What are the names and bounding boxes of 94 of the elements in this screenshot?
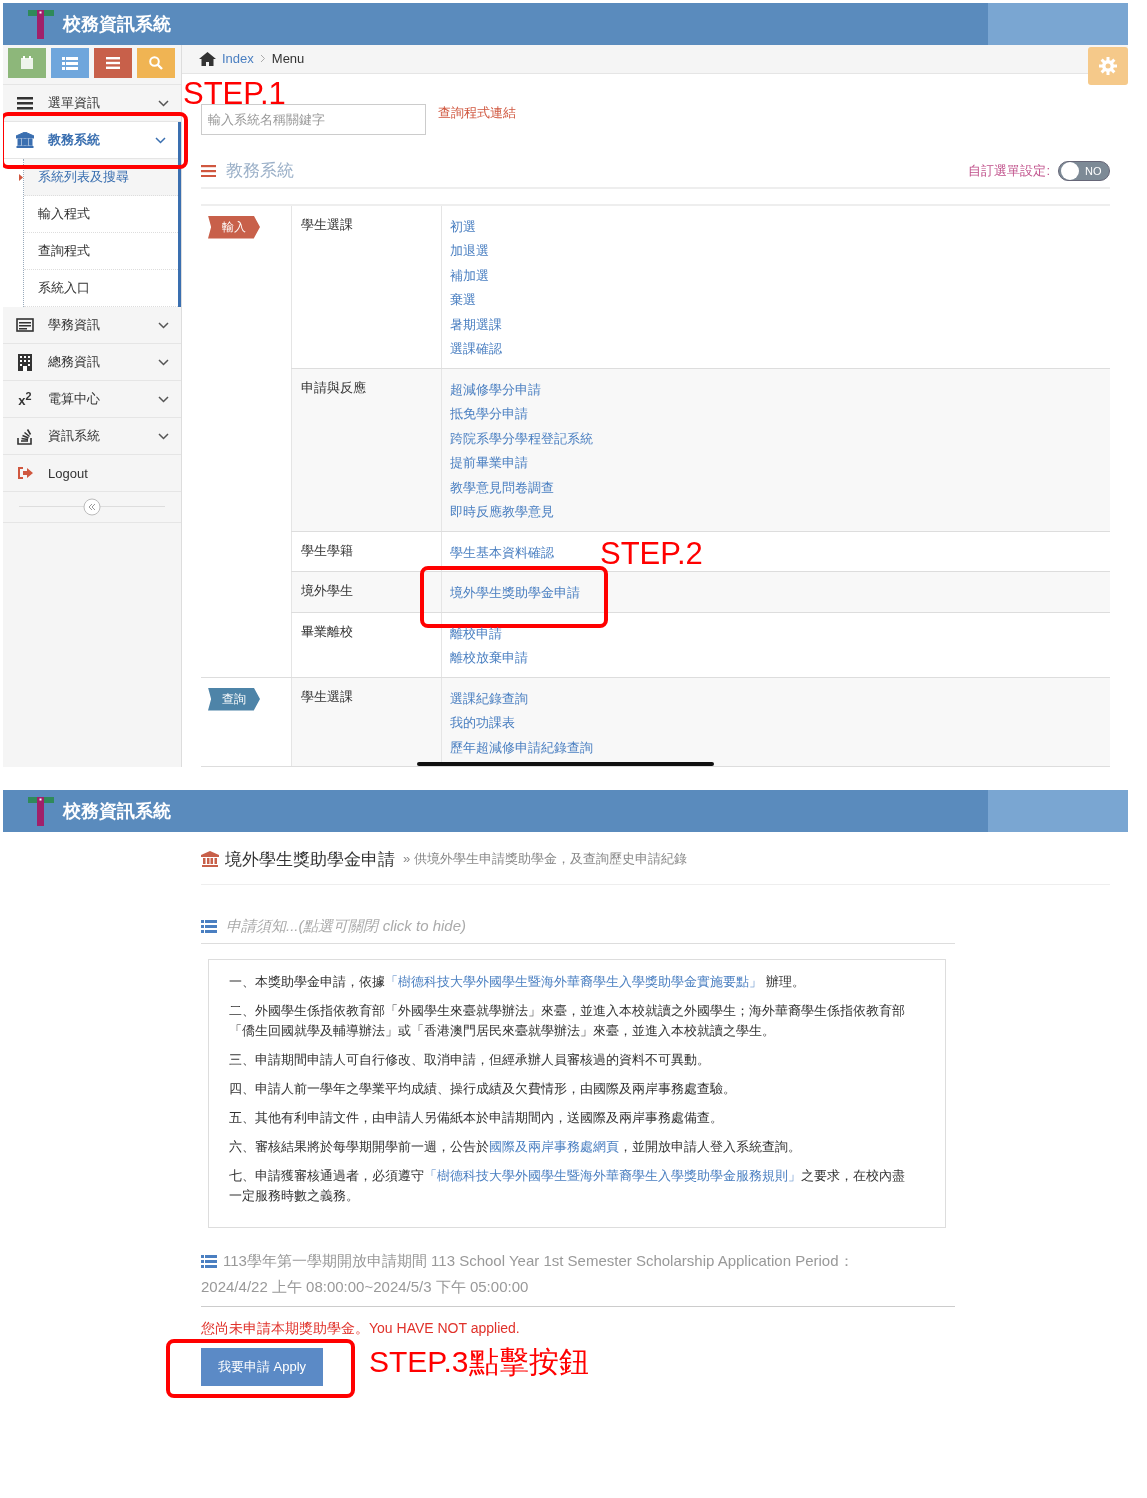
card-icon (16, 318, 34, 332)
program-link[interactable]: 補加選 (450, 267, 489, 283)
search-field[interactable]: 輸入系統名稱關鍵字 (201, 103, 426, 135)
notice-toggle[interactable]: 申請須知...(點選可關閉 click to hide) (226, 916, 467, 936)
program-link[interactable]: 加退選 (450, 243, 489, 258)
program-link[interactable]: 境外學生獎助學金申請 (450, 585, 580, 600)
program-link[interactable]: 即時反應教學意見 (450, 504, 554, 519)
program-link[interactable]: 初選 (450, 218, 476, 234)
period-label: 113學年第一學期開放申請期間 113 School Year 1st Semester Scholarship Application Period： (223, 1251, 854, 1271)
status-message: 您尚未申請本期獎助學金。You HAVE NOT applied. (201, 1320, 521, 1338)
superscript-icon: x$^{2}$ (18, 389, 32, 409)
sidebar-item[interactable]: Logout (3, 455, 181, 492)
submenu-item[interactable]: 查詢程式 (24, 233, 178, 270)
building-icon (18, 353, 32, 371)
program-link[interactable]: 跨院系學分學程登記系統 (450, 430, 593, 446)
program-link[interactable]: 選課紀錄查詢 (450, 690, 528, 706)
chevron-down-icon (155, 136, 166, 144)
search-link[interactable]: 查詢程式連結 (438, 104, 516, 122)
program-link[interactable]: 學生基本資料確認 (450, 544, 554, 560)
settings-button[interactable] (1088, 47, 1128, 85)
app-title: 校務資訊系統 (63, 13, 171, 36)
program-link[interactable]: 暑期選課 (450, 316, 502, 332)
program-link[interactable]: 抵免學分申請 (450, 406, 528, 421)
category-cell: 畢業離校 (291, 612, 442, 677)
search-icon (149, 56, 163, 70)
program-link[interactable]: 教學意見問卷調查 (450, 479, 554, 495)
section-title: 教務系統 (226, 160, 295, 182)
sidebar-item[interactable]: 資訊系統 (3, 418, 181, 455)
sidebar-item[interactable]: 總務資訊 (3, 344, 181, 381)
notice-item: 五、其他有利申請文件，由申請人另備紙本於申請期間內，送國際及兩岸事務處備查。 (229, 1109, 724, 1127)
logo-icon (27, 795, 55, 827)
tag-label: 輸入 (208, 215, 260, 239)
notice-item: 六、審核結果將於每學期開學前一週，公告於國際及兩岸事務處網頁，並開放申請人登入系統查詢。 (229, 1138, 802, 1156)
program-link[interactable]: 選課確認 (450, 341, 502, 356)
toolbar-button[interactable] (51, 48, 89, 78)
program-link[interactable]: 離校申請 (450, 625, 502, 641)
toggle-switch[interactable]: NO (1058, 160, 1110, 181)
notice-item: 一、本獎助學金申請，依據「樹德科技大學外國學生暨海外華裔學生入學獎助學金實施要點」 辦理。 (229, 973, 806, 991)
list-icon (62, 56, 78, 70)
menu-icon (201, 164, 216, 177)
custom-menu-label: 自訂選單設定: (968, 161, 1050, 180)
step-label: STEP.2 (600, 536, 703, 572)
logout-icon (17, 466, 33, 480)
toolbar-button[interactable] (94, 48, 132, 78)
chevron-down-icon (158, 358, 169, 366)
tag-label: 查詢 (208, 687, 260, 711)
breadcrumb-current: Menu (271, 51, 305, 67)
settings-icon (1099, 57, 1117, 75)
regulation-link[interactable]: 「樹德科技大學外國學生暨海外華裔學生入學獎助學金實施要點」 (385, 974, 762, 989)
category-cell: 學生選課 (291, 205, 442, 368)
regulation-link[interactable]: 國際及兩岸事務處網頁 (489, 1139, 619, 1154)
page-subtitle: » 供境外學生申請獎助學金，及查詢歷史申請紀錄 (403, 850, 687, 868)
calendar-icon (20, 56, 34, 70)
apply-button[interactable]: 我要申請 Apply (201, 1348, 323, 1386)
logo-icon (27, 8, 55, 40)
stack-icon (17, 427, 33, 445)
breadcrumb-link[interactable]: Index (222, 51, 254, 67)
toolbar-button[interactable] (137, 48, 175, 78)
page-title: 境外學生獎助學金申請 (225, 848, 395, 871)
program-link[interactable]: 我的功課表 (450, 715, 515, 730)
collapse-icon[interactable] (83, 498, 101, 516)
step-label: STEP.3點擊按鈕 (369, 1344, 589, 1380)
submenu-item[interactable]: 系統入口 (24, 270, 178, 307)
notice-item: 四、申請人前一學年之學業平均成績、操行成績及欠費情形，由國際及兩岸事務處查驗。 (229, 1080, 737, 1098)
bank-icon (201, 851, 219, 867)
chevron-down-icon (158, 395, 169, 403)
program-link[interactable]: 提前畢業申請 (450, 455, 528, 470)
list-icon (201, 919, 217, 933)
period-range: 2024/4/22 上午 08:00:00~2024/5/3 下午 05:00:00 (201, 1278, 529, 1295)
home-icon[interactable] (199, 51, 216, 66)
sidebar-item[interactable]: 學務資訊 (3, 307, 181, 344)
submenu-item[interactable]: 輸入程式 (24, 196, 178, 233)
app-title: 校務資訊系統 (63, 800, 171, 823)
program-link[interactable]: 超減修學分申請 (450, 381, 541, 397)
program-link[interactable]: 離校放棄申請 (450, 650, 528, 665)
category-cell: 申請與反應 (291, 368, 442, 531)
menu-icon (106, 57, 120, 69)
chevron-right-icon (259, 54, 266, 64)
chevron-down-icon (158, 99, 169, 107)
program-link[interactable]: 歷年超減修申請紀錄查詢 (450, 739, 593, 755)
regulation-link[interactable]: 「樹德科技大學外國學生暨海外華裔學生入學獎助學金服務規則」 (424, 1168, 801, 1183)
category-cell: 境外學生 (291, 572, 442, 612)
notice-item: 七、申請獲審核通過者，必須遵守「樹德科技大學外國學生暨海外華裔學生入學獎助學金服務規則」之要求，在校內盡一定服務時數之義務。 (229, 1167, 906, 1205)
bank-icon (16, 132, 34, 148)
menu-icon (17, 96, 33, 110)
sidebar-item[interactable]: x$^{2}$ 電算中心 (3, 381, 181, 418)
program-link[interactable]: 棄選 (450, 292, 476, 307)
category-cell: 學生學籍 (291, 531, 442, 571)
toolbar-button[interactable] (8, 48, 46, 78)
list-icon (201, 1254, 217, 1268)
chevron-down-icon (158, 432, 169, 440)
notice-item: 二、外國學生係指依教育部「外國學生來臺就學辦法」來臺，並進入本校就讀之外國學生；海外華裔學生係指依教育部「僑生回國就學及輔導辦法」或「香港澳門居民來臺就學辦法」來臺，並進入本校就讀之學生。 (229, 1002, 906, 1040)
notice-item: 三、申請期間申請人可自行修改、取消申請，但經承辦人員審核過的資料不可異動。 (229, 1051, 711, 1069)
chevron-down-icon (158, 321, 169, 329)
